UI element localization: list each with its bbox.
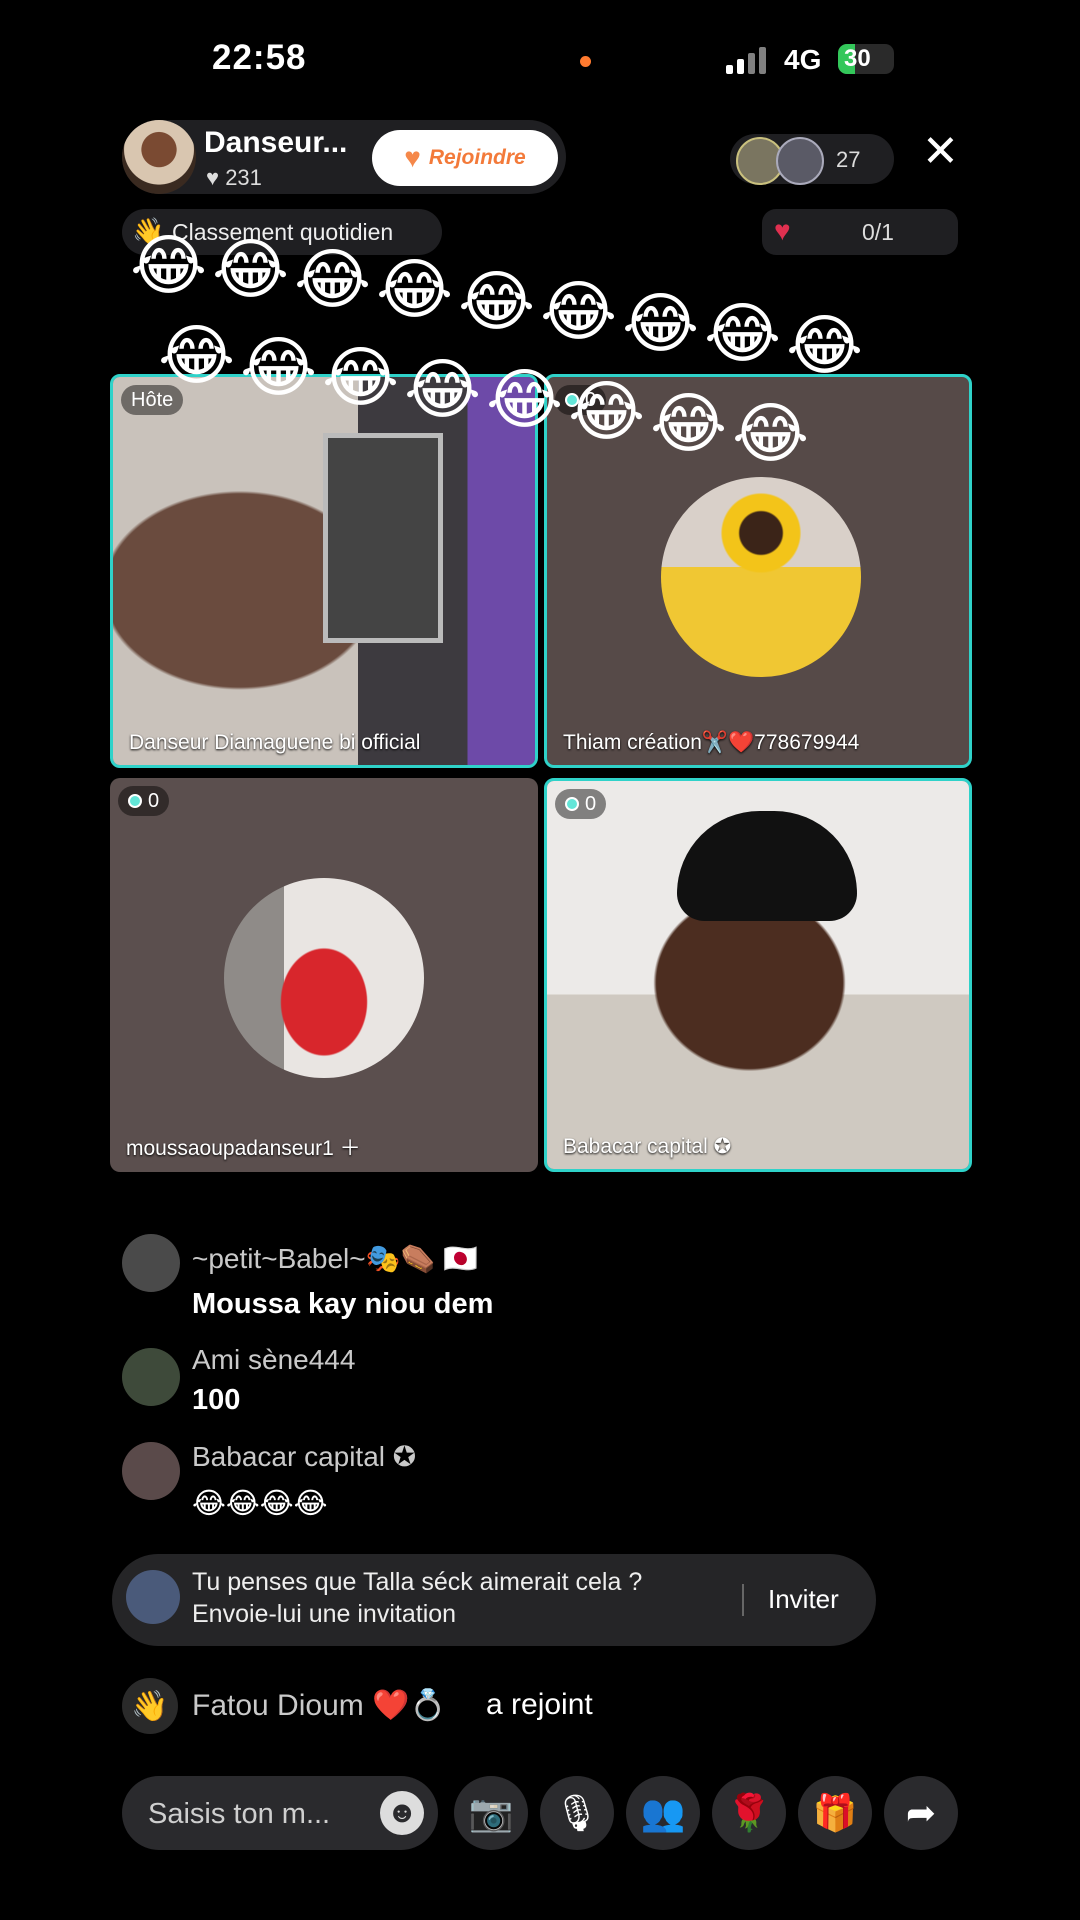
joined-action: a rejoint [486,1688,593,1721]
battery-icon: 30 [838,44,894,74]
join-button[interactable]: ♥ Rejoindre [372,130,558,186]
join-label: Rejoindre [428,146,526,169]
recording-dot [580,56,591,67]
microphone-glyph: 🎙 [554,1792,600,1833]
laughing-emoji: 😂 [158,318,236,392]
likes-goal-value: 0/1 [862,219,894,245]
invite-button[interactable]: Inviter [768,1584,839,1615]
close-icon[interactable]: ✕ [922,130,959,174]
laughing-emoji: 😂 [240,330,318,404]
rose-icon[interactable]: 🌹 [712,1776,786,1850]
host-likes-count: 231 [225,165,262,190]
chat-avatar[interactable] [122,1234,180,1292]
window-shape [323,433,443,643]
laughing-emoji: 😂 [458,264,536,338]
network-type: 4G [784,44,822,75]
gift-icon[interactable]: 🎁 [798,1776,872,1850]
tile-label: Thiam création✂️❤️778679944 [563,731,860,754]
gem-badge: 0 [118,786,170,816]
laughing-emoji: 😂 [130,228,208,302]
viewer-avatar[interactable] [776,137,824,185]
heart-icon: ♥ [206,165,220,190]
gem-icon [128,794,142,808]
guest-avatar [224,878,424,1078]
laughing-emoji: 😂 [212,232,290,306]
gem-count: 0 [148,790,160,812]
chat-username[interactable]: Ami sène444 [192,1344,355,1376]
divider [742,1584,744,1616]
guests-glyph: 👥 [640,1792,686,1833]
message-composer[interactable]: ☻ [122,1776,438,1852]
gem-badge: 0 [555,789,607,819]
laughing-emoji: 😂 [732,396,810,470]
camera-off-icon[interactable]: 📷 [454,1776,528,1850]
laughing-emoji: 😂 [786,308,864,382]
laughing-emoji: 😂 [568,374,646,448]
guest-tile-babacar[interactable]: 0 Babacar capital ✪ [544,778,972,1172]
tile-label: Babacar capital ✪ [563,1135,732,1158]
gift-glyph: 🎁 [812,1792,858,1833]
camera-off-glyph: 📷 [468,1792,514,1833]
laughing-emoji: 😂 [650,386,728,460]
emoji-icon[interactable]: ☻ [380,1791,424,1835]
microphone-icon[interactable]: 🎙 [540,1776,614,1850]
tile-label[interactable]: moussaoupadanseur1 ＋ [126,1132,361,1162]
viewers-pill[interactable]: 27 [730,134,894,185]
likes-goal[interactable]: ♥ 0/1 [762,209,958,255]
tile-label: Danseur Diamaguene bi official [129,731,421,754]
guest-tile-moussa[interactable]: 0 moussaoupadanseur1 ＋ [110,778,538,1172]
status-time: 22:58 [212,38,307,77]
gem-count: 0 [585,793,597,815]
laughing-emoji: 😂 [486,362,564,436]
joined-username[interactable]: Fatou Dioum ❤️💍 [192,1688,447,1723]
chat-username[interactable]: Babacar capital ✪ [192,1440,416,1473]
laughing-emoji: 😂 [704,296,782,370]
signal-icon [726,46,770,74]
chat-avatar[interactable] [122,1442,180,1500]
laughing-emoji: 😂 [622,286,700,360]
chat-message: 100 [192,1384,241,1416]
heart-plus-icon: ♥ [404,142,421,173]
share-glyph: ➦ [905,1792,937,1833]
host-likes: ♥ 231 [206,165,262,191]
battery-level: 30 [844,45,871,72]
rose-glyph: 🌹 [726,1792,772,1833]
guest-avatar [661,477,861,677]
share-icon[interactable]: ➦ [884,1776,958,1850]
host-avatar[interactable] [122,120,196,194]
invite-line-2: Envoie-lui une invitation [192,1600,457,1628]
chat-message: 😂😂😂😂 [192,1488,328,1520]
chat-username[interactable]: ~petit~Babel~🎭⚰️ 🇯🇵 [192,1242,478,1275]
message-input[interactable] [146,1776,370,1852]
chat-message: Moussa kay niou dem [192,1288,494,1320]
heart-icon: ♥ [774,215,791,246]
chat-avatar[interactable] [122,1348,180,1406]
laughing-emoji: 😂 [540,274,618,348]
laughing-emoji: 😂 [404,352,482,426]
laughing-emoji: 😂 [376,252,454,326]
laughing-emoji: 😂 [294,242,372,316]
wave-icon: 👋 [122,1678,178,1734]
invite-line-1: Tu penses que Talla séck aimerait cela ? [192,1568,643,1596]
laughing-emoji: 😂 [322,340,400,414]
guest-tile-host[interactable]: Hôte Danseur Diamaguene bi official [110,374,538,768]
guests-icon[interactable]: 👥 [626,1776,700,1850]
invite-avatar [126,1570,180,1624]
host-name[interactable]: Danseur... [204,126,364,160]
viewer-count: 27 [836,147,861,172]
gem-icon [565,797,579,811]
invite-text: Tu penses que Talla séck aimerait cela ?… [192,1566,642,1630]
